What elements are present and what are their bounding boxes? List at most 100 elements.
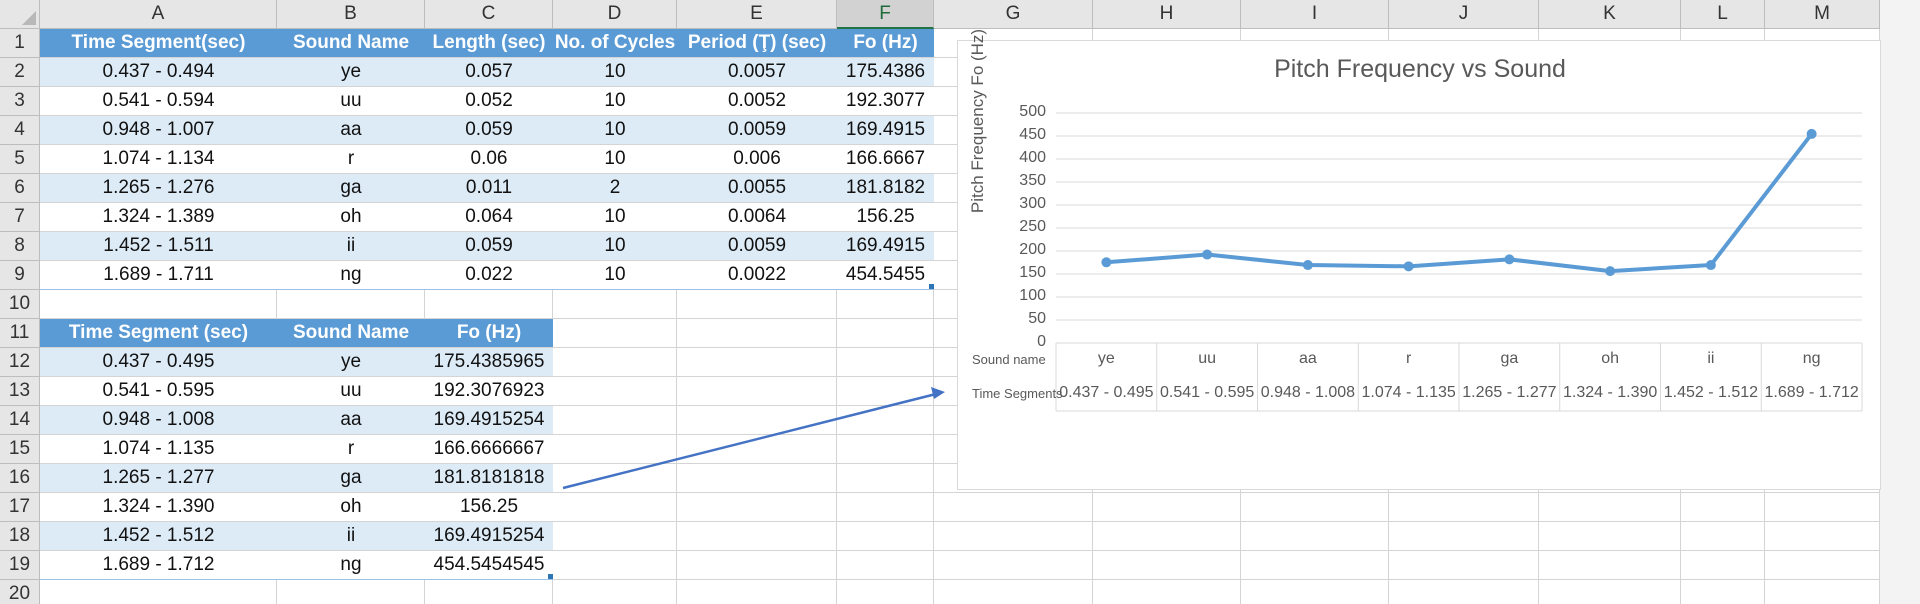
table-cell[interactable]: 10 [553,232,677,260]
table-cell[interactable]: 10 [553,261,677,289]
table-cell[interactable]: 1.074 - 1.134 [40,145,277,173]
table-cell[interactable]: 0.0057 [677,58,837,86]
select-all-corner[interactable] [0,0,40,29]
table-cell[interactable]: ga [277,464,425,492]
table-cell[interactable]: 10 [553,203,677,231]
table-cell[interactable]: 0.437 - 0.495 [40,348,277,376]
table-cell[interactable]: 1.324 - 1.389 [40,203,277,231]
table-cell[interactable]: uu [277,377,425,405]
table-cell[interactable]: ng [277,551,425,579]
table-cell[interactable]: 166.6667 [837,145,934,173]
row-header-10[interactable]: 10 [0,290,40,319]
table-cell[interactable]: 0.006 [677,145,837,173]
table-cell[interactable]: ii [277,522,425,550]
table-cell[interactable]: 0.011 [425,174,553,202]
column-header-e[interactable]: E [677,0,837,29]
pitch-frequency-chart[interactable]: Pitch Frequency vs Sound Pitch Frequency… [957,29,1881,490]
table-header-cell[interactable]: Fo (Hz) [837,29,934,57]
row-header-16[interactable]: 16 [0,464,40,493]
table-cell[interactable]: 0.022 [425,261,553,289]
table-cell[interactable]: 10 [553,145,677,173]
table-cell[interactable]: 10 [553,87,677,115]
table-cell[interactable]: 181.8182 [837,174,934,202]
table-cell[interactable]: 0.059 [425,116,553,144]
table-cell[interactable]: 0.064 [425,203,553,231]
column-header-k[interactable]: K [1539,0,1681,29]
column-header-c[interactable]: C [425,0,553,29]
table-cell[interactable]: 0.052 [425,87,553,115]
table-cell[interactable]: aa [277,406,425,434]
table-cell[interactable]: 0.0052 [677,87,837,115]
table-cell[interactable]: 0.0022 [677,261,837,289]
table-cell[interactable]: 181.8181818 [425,464,553,492]
table-cell[interactable]: 169.4915254 [425,522,553,550]
table-cell[interactable]: 169.4915254 [425,406,553,434]
vertical-scrollbar[interactable] [1880,0,1920,604]
table-cell[interactable]: 156.25 [425,493,553,521]
table-cell[interactable]: 454.5454545 [425,551,553,579]
row-header-18[interactable]: 18 [0,522,40,551]
table-cell[interactable]: r [277,145,425,173]
row-header-3[interactable]: 3 [0,87,40,116]
table-cell[interactable]: 1.452 - 1.511 [40,232,277,260]
table-cell[interactable]: 1.324 - 1.390 [40,493,277,521]
table-cell[interactable]: 1.689 - 1.711 [40,261,277,289]
table-cell[interactable]: 175.4385965 [425,348,553,376]
table-cell[interactable]: 0.06 [425,145,553,173]
table-cell[interactable]: 0.0055 [677,174,837,202]
table-cell[interactable]: uu [277,87,425,115]
table-cell[interactable]: 1.689 - 1.712 [40,551,277,579]
column-header-l[interactable]: L [1681,0,1765,29]
table-cell[interactable]: 10 [553,116,677,144]
spreadsheet-grid[interactable]: ABCDEFGHIJKLM 1 2 3 4 5 6 7 8 9 10 11 12 13 14 15 16 17 1… [0,0,1920,604]
row-header-2[interactable]: 2 [0,58,40,87]
table-cell[interactable]: 0.948 - 1.008 [40,406,277,434]
table-header-cell[interactable]: No. of Cycles [553,29,677,57]
column-header-i[interactable]: I [1241,0,1389,29]
row-header-11[interactable]: 11 [0,319,40,348]
row-header-9[interactable]: 9 [0,261,40,290]
table-cell[interactable]: 1.265 - 1.276 [40,174,277,202]
table-cell[interactable]: ga [277,174,425,202]
table-cell[interactable]: 192.3076923 [425,377,553,405]
row-header-13[interactable]: 13 [0,377,40,406]
table-cell[interactable]: ye [277,58,425,86]
table-cell[interactable]: ye [277,348,425,376]
table-header-cell[interactable]: Period (Ţ) (sec) [677,29,837,57]
row-header-14[interactable]: 14 [0,406,40,435]
table-cell[interactable]: 0.0059 [677,116,837,144]
table-cell[interactable]: 454.5455 [837,261,934,289]
row-header-4[interactable]: 4 [0,116,40,145]
table-resize-handle[interactable] [929,284,934,289]
row-header-19[interactable]: 19 [0,551,40,580]
row-header-17[interactable]: 17 [0,493,40,522]
column-header-d[interactable]: D [553,0,677,29]
table-cell[interactable]: 0.059 [425,232,553,260]
row-header-12[interactable]: 12 [0,348,40,377]
table-cell[interactable]: oh [277,203,425,231]
table-cell[interactable]: 0.948 - 1.007 [40,116,277,144]
column-header-h[interactable]: H [1093,0,1241,29]
column-header-b[interactable]: B [277,0,425,29]
table-cell[interactable]: 192.3077 [837,87,934,115]
table-cell[interactable]: 166.6666667 [425,435,553,463]
row-header-5[interactable]: 5 [0,145,40,174]
row-header-1[interactable]: 1 [0,29,40,58]
row-header-6[interactable]: 6 [0,174,40,203]
table-cell[interactable]: 1.074 - 1.135 [40,435,277,463]
table-cell[interactable]: ng [277,261,425,289]
column-header-f[interactable]: F [837,0,934,29]
table-cell[interactable]: 169.4915 [837,232,934,260]
column-header-m[interactable]: M [1765,0,1880,29]
row-header-8[interactable]: 8 [0,232,40,261]
table-cell[interactable]: ii [277,232,425,260]
table-cell[interactable]: 175.4386 [837,58,934,86]
table-cell[interactable]: 1.452 - 1.512 [40,522,277,550]
table-cell[interactable]: 0.057 [425,58,553,86]
table-cell[interactable]: 1.265 - 1.277 [40,464,277,492]
table-header-cell[interactable]: Time Segment (sec) [40,319,277,347]
table-cell[interactable]: aa [277,116,425,144]
table-header-cell[interactable]: Sound Name [277,319,425,347]
row-header-7[interactable]: 7 [0,203,40,232]
table-cell[interactable]: 2 [553,174,677,202]
